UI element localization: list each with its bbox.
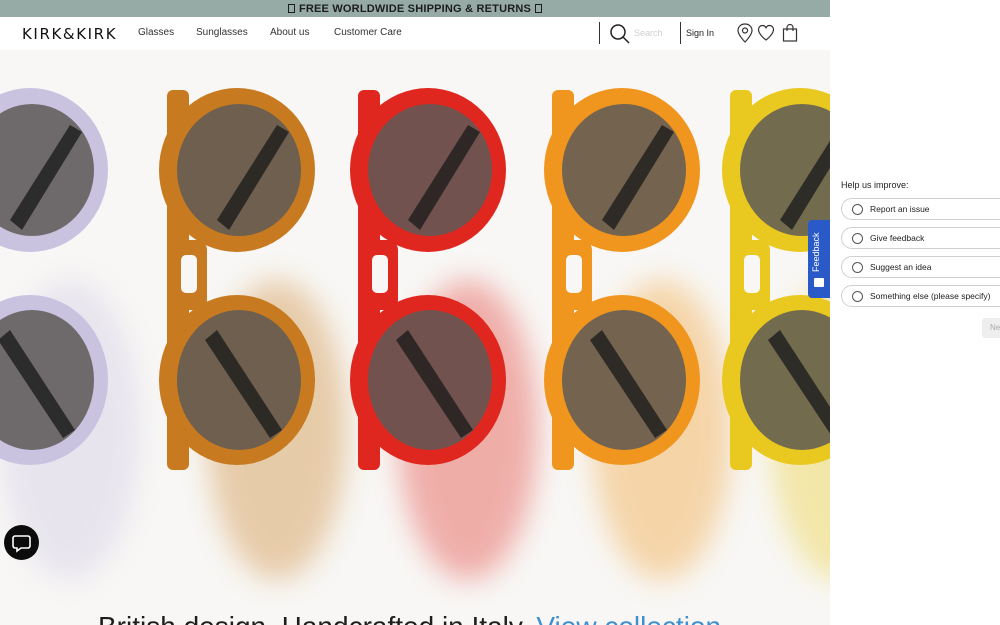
nav-link-sunglasses[interactable]: Sunglasses	[196, 27, 248, 38]
search-icon[interactable]	[609, 23, 631, 45]
promo-banner[interactable]: FREE WORLDWIDE SHIPPING & RETURNS	[0, 0, 830, 17]
live-chat-button[interactable]	[4, 525, 39, 560]
radio-button[interactable]	[852, 291, 863, 302]
hero-tagline: British design. Handcrafted in Italy. Vi…	[98, 611, 721, 625]
feedback-panel-title: Help us improve:	[841, 180, 909, 190]
box-glyph-icon	[535, 4, 543, 13]
shopping-bag-icon[interactable]	[781, 23, 799, 43]
option-something-else[interactable]: Something else (please specify)	[841, 285, 1000, 307]
promo-text: FREE WORLDWIDE SHIPPING & RETURNS	[298, 2, 532, 15]
feedback-tab-label: Feedback	[811, 232, 821, 272]
chat-bubble-icon	[12, 535, 31, 553]
location-pin-icon[interactable]	[736, 23, 754, 43]
radio-button[interactable]	[852, 262, 863, 273]
divider	[680, 22, 681, 44]
feedback-panel: Help us improve: Report an issue Give fe…	[830, 0, 1000, 625]
radio-button[interactable]	[852, 204, 863, 215]
option-label: Give feedback	[870, 233, 925, 243]
website-viewport: FREE WORLDWIDE SHIPPING & RETURNS KIRK&K…	[0, 0, 830, 625]
option-label: Something else (please specify)	[870, 291, 991, 301]
hero-banner[interactable]: British design. Handcrafted in Italy. Vi…	[0, 50, 830, 625]
box-glyph-icon	[287, 4, 295, 13]
divider	[599, 22, 600, 44]
option-suggest-idea[interactable]: Suggest an idea	[841, 256, 1000, 278]
radio-button[interactable]	[852, 233, 863, 244]
option-report-issue[interactable]: Report an issue	[841, 198, 1000, 220]
tagline-text: British design. Handcrafted in Italy.	[98, 611, 529, 625]
view-collection-link[interactable]: View collection	[536, 611, 721, 625]
page: FREE WORLDWIDE SHIPPING & RETURNS KIRK&K…	[0, 0, 1000, 625]
heart-icon[interactable]	[757, 23, 775, 43]
option-give-feedback[interactable]: Give feedback	[841, 227, 1000, 249]
option-label: Report an issue	[870, 204, 930, 214]
feedback-tab[interactable]: Feedback	[808, 220, 830, 298]
option-label: Suggest an idea	[870, 262, 932, 272]
sign-in-link[interactable]: Sign In	[686, 28, 714, 38]
next-button[interactable]: Ne	[982, 318, 1000, 338]
brand-logo[interactable]: KIRK&KIRK	[22, 25, 117, 43]
nav-link-about-us[interactable]: About us	[270, 27, 309, 38]
feedback-icon	[814, 278, 824, 287]
nav-link-glasses[interactable]: Glasses	[138, 27, 174, 38]
nav-link-customer-care[interactable]: Customer Care	[334, 27, 402, 38]
sunglasses-hero-image	[0, 50, 830, 625]
search-input[interactable]	[634, 25, 676, 41]
top-navigation: KIRK&KIRK Glasses Sunglasses About us Cu…	[0, 17, 830, 50]
